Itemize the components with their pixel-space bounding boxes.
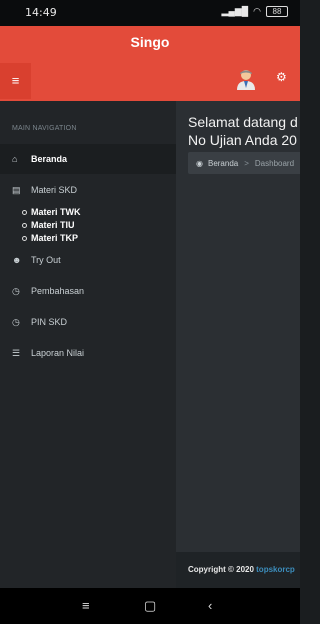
clock-icon: ◷: [12, 316, 20, 327]
status-icons: ▂▄▆█ ◠ 88: [222, 6, 288, 17]
sidebar-item-label: Try Out: [31, 255, 61, 265]
home-icon: ⌂: [12, 154, 18, 164]
breadcrumb-separator: >: [244, 158, 249, 168]
breadcrumb-home-link[interactable]: Beranda: [208, 159, 238, 168]
main-content: Selamat datang d No Ujian Anda 20 ◉ Bera…: [176, 101, 300, 588]
app-title: Singo: [130, 34, 170, 50]
welcome-line-2: No Ujian Anda 20: [188, 132, 297, 148]
sidebar-item-beranda[interactable]: ⌂ Beranda: [0, 144, 176, 174]
circle-icon: [22, 209, 27, 215]
sidebar-item-label: Laporan Nilai: [31, 348, 85, 358]
menu-toggle-button[interactable]: ≡: [0, 63, 31, 99]
sidebar: MAIN NAVIGATION ⌂ Beranda ▤ Materi SKD M…: [0, 101, 176, 588]
sidebar-item-pin-skd[interactable]: ◷ PIN SKD: [0, 307, 176, 337]
footer: Copyright © 2020 topskorcp: [176, 552, 300, 588]
list-icon: ☰: [12, 347, 21, 358]
wifi-icon: ◠: [253, 6, 261, 16]
circle-icon: [22, 222, 27, 228]
breadcrumb: ◉ Beranda > Dashboard: [188, 152, 300, 174]
sidebar-item-label: PIN SKD: [31, 317, 68, 327]
subitem-materi-twk[interactable]: Materi TWK: [22, 207, 81, 217]
users-icon: ☻: [12, 255, 22, 265]
back-icon[interactable]: ‹: [208, 598, 212, 613]
battery-icon: 88: [266, 6, 288, 17]
system-nav-bar: ≡ ▢ ‹: [0, 588, 300, 624]
sidebar-item-label: Beranda: [31, 154, 68, 164]
subitem-materi-tkp[interactable]: Materi TKP: [22, 233, 78, 243]
sidebar-item-pembahasan[interactable]: ◷ Pembahasan: [0, 276, 176, 306]
status-time: 14:49: [25, 6, 57, 19]
sidebar-item-try-out[interactable]: ☻ Try Out: [0, 245, 176, 275]
copyright-text: Copyright © 2020: [188, 565, 257, 574]
signal-icon: ▂▄▆█: [221, 6, 249, 16]
status-bar: 14:49 ▂▄▆█ ◠ 88: [0, 0, 300, 26]
footer-link[interactable]: topskorcp: [256, 565, 295, 574]
dashboard-icon: ◉: [196, 158, 203, 168]
home-button-icon[interactable]: ▢: [144, 598, 156, 614]
hamburger-icon: ≡: [11, 73, 20, 88]
clock-icon: ◷: [12, 285, 20, 296]
sidebar-item-label: Materi SKD: [31, 185, 78, 195]
book-icon: ▤: [12, 184, 21, 195]
user-avatar-icon[interactable]: [236, 68, 256, 90]
circle-icon: [22, 235, 27, 241]
subitem-materi-tiu[interactable]: Materi TIU: [22, 220, 75, 230]
breadcrumb-current: Dashboard: [254, 158, 295, 168]
recent-apps-icon[interactable]: ≡: [82, 598, 90, 613]
sidebar-item-label: Pembahasan: [31, 286, 85, 296]
nav-header: MAIN NAVIGATION: [12, 125, 77, 132]
sidebar-item-materi-skd[interactable]: ▤ Materi SKD: [0, 175, 176, 205]
welcome-line-1: Selamat datang d: [188, 114, 298, 130]
share-icon[interactable]: ⚙: [276, 70, 287, 84]
app-header: Singo ≡ ⚙: [0, 26, 300, 101]
sidebar-item-laporan-nilai[interactable]: ☰ Laporan Nilai: [0, 338, 176, 368]
page-title: Selamat datang d No Ujian Anda 20: [188, 113, 298, 149]
